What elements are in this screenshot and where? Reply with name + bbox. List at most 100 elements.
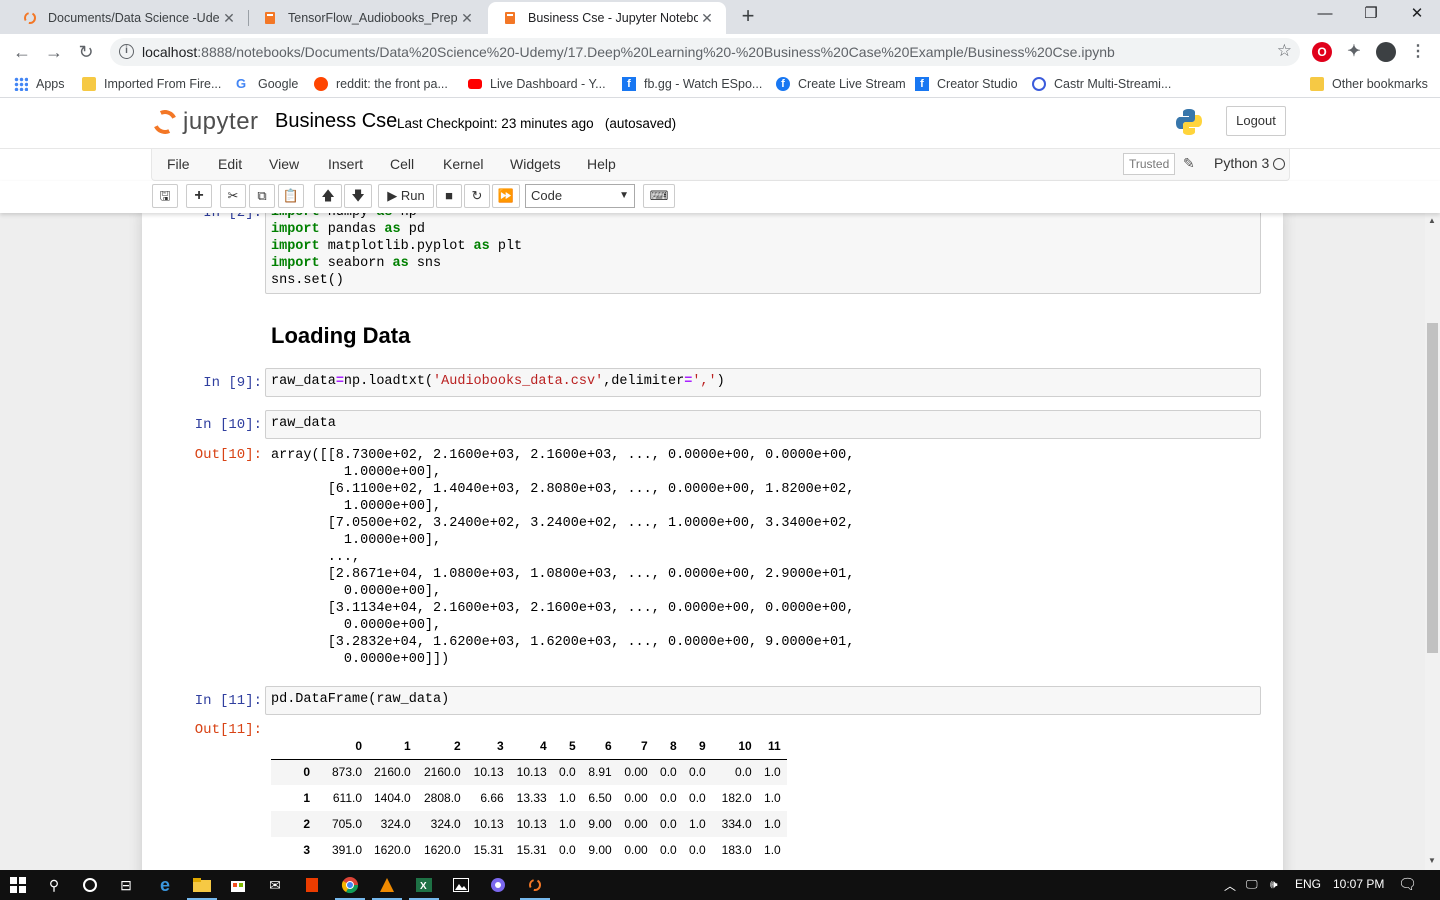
bookmark-live-dashboard[interactable]: Live Dashboard - Y... <box>468 75 606 93</box>
row-index: 2 <box>303 817 310 831</box>
bookmark-other[interactable]: Other bookmarks <box>1310 75 1428 93</box>
code-cell-dataframe[interactable]: pd.DataFrame(raw_data) <box>265 686 1261 715</box>
back-icon[interactable]: ← <box>10 40 34 64</box>
code-cell-raw-data[interactable]: raw_data <box>265 410 1261 439</box>
insert-cell-icon[interactable]: + <box>186 184 212 208</box>
menu-view[interactable]: View <box>269 156 299 172</box>
run-label: Run <box>400 188 425 203</box>
bookmark-creator-studio[interactable]: f Creator Studio <box>915 75 1018 93</box>
restart-icon[interactable]: ↻ <box>464 184 490 208</box>
store-icon[interactable] <box>228 875 248 895</box>
edit-pencil-icon[interactable]: ✎ <box>1183 155 1195 172</box>
bookmark-apps[interactable]: Apps <box>14 75 65 93</box>
code-text[interactable]: raw_data=np.loadtxt('Audiobooks_data.csv… <box>266 369 1260 394</box>
code-text[interactable]: raw_data <box>266 411 1260 436</box>
bookmark-reddit[interactable]: reddit: the front pa... <box>314 75 448 93</box>
logout-button[interactable]: Logout <box>1226 106 1286 136</box>
copy-icon[interactable]: ⧉ <box>249 184 275 208</box>
windows-start-icon[interactable] <box>8 875 28 895</box>
vertical-scrollbar[interactable]: ▲ ▼ <box>1425 213 1440 870</box>
menu-insert[interactable]: Insert <box>328 156 363 172</box>
search-icon[interactable]: ⚲ <box>44 875 64 895</box>
minimize-icon[interactable]: — <box>1302 0 1348 30</box>
notifications-icon[interactable]: 🗨 <box>1398 875 1417 893</box>
browser-tab-tensorflow[interactable]: TensorFlow_Audiobooks_Preproc ✕ <box>248 2 486 34</box>
trusted-indicator[interactable]: Trusted <box>1123 153 1176 175</box>
notebook-name[interactable]: Business Cse <box>275 110 397 133</box>
code-text[interactable]: import numpy as np import pandas as pd i… <box>266 213 1260 293</box>
site-info-icon[interactable]: i <box>119 44 134 59</box>
markdown-heading[interactable]: Loading Data <box>271 323 410 349</box>
menu-edit[interactable]: Edit <box>218 156 242 172</box>
cell-type-select[interactable]: Code ▼ <box>525 184 635 208</box>
excel-icon[interactable]: X <box>414 875 434 895</box>
interrupt-icon[interactable]: ■ <box>436 184 462 208</box>
browser-tab-business-cse[interactable]: Business Cse - Jupyter Notebook ✕ <box>488 2 726 34</box>
jupyter-logo[interactable]: jupyter <box>149 106 259 138</box>
address-bar[interactable]: i localhost:8888/notebooks/Documents/Dat… <box>110 38 1300 66</box>
new-tab-button[interactable]: + <box>736 4 760 30</box>
bookmark-fbgg[interactable]: f fb.gg - Watch ESpo... <box>622 75 762 93</box>
url-text[interactable]: localhost:8888/notebooks/Documents/Data%… <box>142 44 1115 60</box>
bookmark-google[interactable]: G Google <box>236 75 298 93</box>
extensions-puzzle-icon[interactable]: ✦ <box>1344 42 1364 62</box>
table-cell: 9.00 <box>588 817 612 831</box>
file-explorer-icon[interactable] <box>192 875 212 895</box>
paste-icon[interactable]: 📋 <box>278 184 304 208</box>
edge-icon[interactable]: e <box>155 875 175 895</box>
bookmark-star-icon[interactable]: ☆ <box>1277 41 1292 61</box>
bookmark-create-live-stream[interactable]: f Create Live Stream <box>776 75 906 93</box>
browser-tab-documents[interactable]: Documents/Data Science -Udem ✕ <box>8 2 248 34</box>
save-icon[interactable]: 🖫 <box>152 184 178 208</box>
column-header: 9 <box>699 738 706 753</box>
show-hidden-icons-icon[interactable]: ︿ <box>1224 877 1236 894</box>
menu-widgets[interactable]: Widgets <box>510 156 561 172</box>
close-tab-icon[interactable]: ✕ <box>458 10 476 27</box>
close-tab-icon[interactable]: ✕ <box>698 10 716 27</box>
forward-icon[interactable]: → <box>42 40 66 64</box>
clock[interactable]: 10:07 PM <box>1333 877 1384 891</box>
scroll-up-icon[interactable]: ▲ <box>1428 216 1436 225</box>
restore-icon[interactable]: ❐ <box>1348 0 1394 30</box>
network-icon[interactable]: 🖵 <box>1246 877 1258 892</box>
scrollbar-thumb[interactable] <box>1427 323 1438 653</box>
bookmark-label: fb.gg - Watch ESpo... <box>644 77 763 91</box>
cortana-icon[interactable] <box>80 875 100 895</box>
run-button[interactable]: ▶ Run <box>378 184 434 208</box>
bookmark-imported[interactable]: Imported From Fire... <box>82 75 221 93</box>
close-window-icon[interactable]: ✕ <box>1394 0 1440 30</box>
photos-icon[interactable] <box>451 875 471 895</box>
python-logo-icon <box>1176 109 1202 135</box>
jupyter-taskbar-icon[interactable] <box>525 875 545 895</box>
table-cell: 10.13 <box>516 817 547 831</box>
cut-icon[interactable]: ✂ <box>220 184 246 208</box>
code-cell-loadtxt[interactable]: raw_data=np.loadtxt('Audiobooks_data.csv… <box>265 368 1261 397</box>
close-tab-icon[interactable]: ✕ <box>220 10 238 27</box>
folder-icon <box>82 77 96 91</box>
menu-cell[interactable]: Cell <box>390 156 414 172</box>
menu-file[interactable]: File <box>167 156 190 172</box>
volume-icon[interactable]: 🕪 <box>1270 877 1278 892</box>
profile-avatar[interactable] <box>1376 42 1396 62</box>
move-down-icon[interactable]: 🡇 <box>344 184 372 208</box>
restart-run-all-icon[interactable]: ⏩ <box>492 184 520 208</box>
chrome-menu-icon[interactable]: ⋮ <box>1408 42 1428 62</box>
task-view-icon[interactable]: ⊟ <box>116 875 136 895</box>
obs-icon[interactable] <box>488 875 508 895</box>
opera-extension-icon[interactable]: O <box>1312 42 1332 62</box>
scroll-down-icon[interactable]: ▼ <box>1428 856 1436 865</box>
vlc-icon[interactable] <box>377 875 397 895</box>
tab-title: Business Cse - Jupyter Notebook <box>528 11 698 25</box>
command-palette-icon[interactable]: ⌨ <box>643 184 675 208</box>
mail-icon[interactable]: ✉ <box>265 875 285 895</box>
menu-kernel[interactable]: Kernel <box>443 156 483 172</box>
reload-icon[interactable]: ↻ <box>74 40 98 64</box>
language-indicator[interactable]: ENG <box>1295 877 1321 891</box>
move-up-icon[interactable]: 🡅 <box>314 184 342 208</box>
code-cell-imports[interactable]: import numpy as np import pandas as pd i… <box>265 213 1261 294</box>
chrome-icon[interactable] <box>340 875 360 895</box>
menu-help[interactable]: Help <box>587 156 616 172</box>
code-text[interactable]: pd.DataFrame(raw_data) <box>266 687 1260 712</box>
office-icon[interactable] <box>302 875 322 895</box>
bookmark-castr[interactable]: Castr Multi-Streami... <box>1032 75 1171 93</box>
